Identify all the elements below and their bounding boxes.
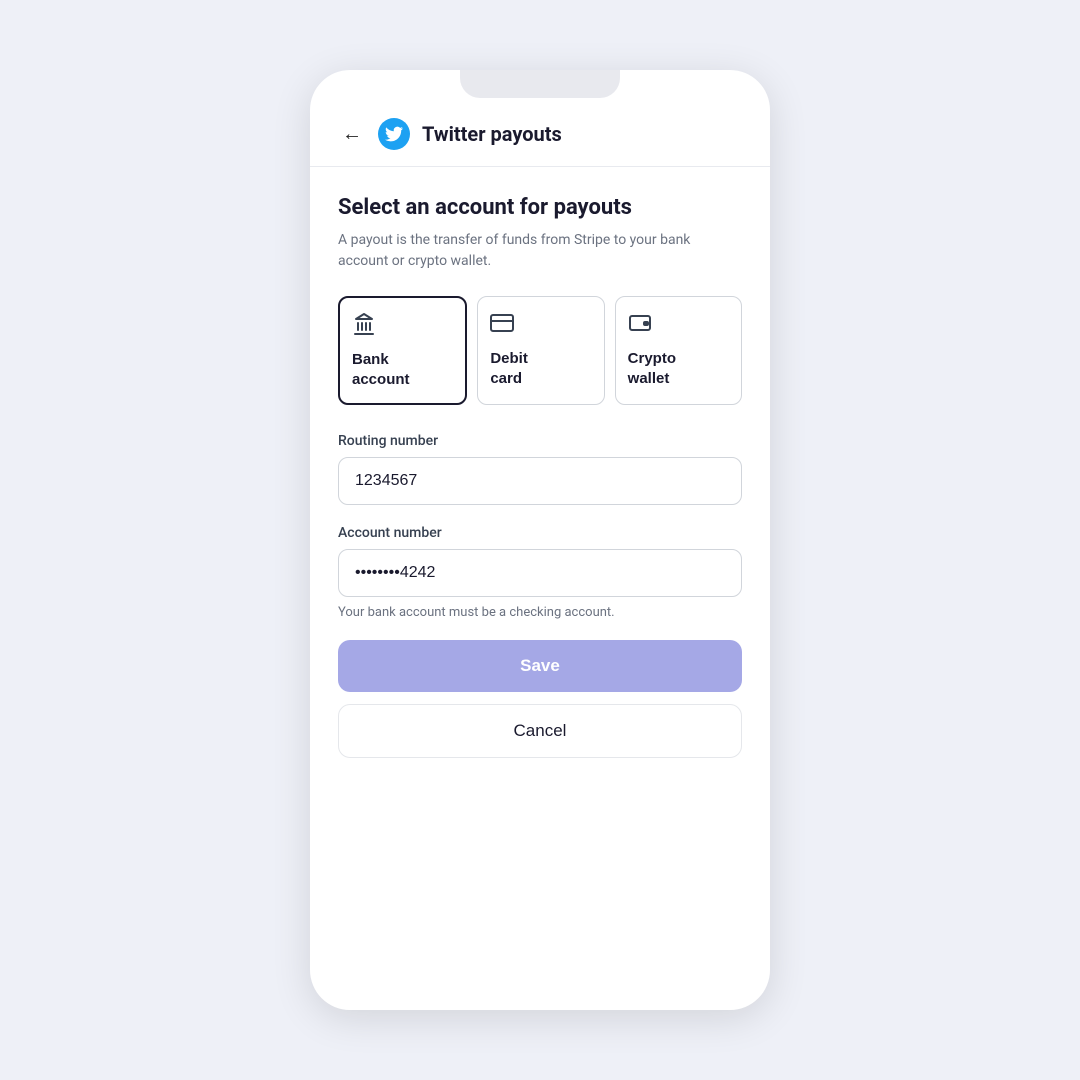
crypto-icon: [628, 311, 652, 341]
back-arrow-icon: ←: [342, 123, 362, 146]
debit-card-option[interactable]: Debitcard: [477, 296, 604, 405]
twitter-bird-icon: [385, 125, 403, 143]
section-title: Select an account for payouts: [338, 195, 742, 220]
phone-shell: ← Twitter payouts Select an account for …: [310, 70, 770, 1010]
account-number-label: Account number: [338, 525, 742, 541]
section-description: A payout is the transfer of funds from S…: [338, 230, 742, 272]
bank-account-option[interactable]: Bankaccount: [338, 296, 467, 405]
routing-number-group: Routing number: [338, 433, 742, 505]
account-hint: Your bank account must be a checking acc…: [338, 605, 742, 620]
notch-bar: [460, 70, 620, 98]
routing-number-label: Routing number: [338, 433, 742, 449]
bank-icon: [352, 312, 376, 342]
account-options: Bankaccount Debitcard: [338, 296, 742, 405]
crypto-wallet-option[interactable]: Cryptowallet: [615, 296, 742, 405]
crypto-wallet-label: Cryptowallet: [628, 349, 676, 388]
page-title: Twitter payouts: [422, 122, 562, 146]
back-button[interactable]: ←: [338, 119, 366, 150]
save-button[interactable]: Save: [338, 640, 742, 692]
debit-card-icon: [490, 311, 514, 341]
header: ← Twitter payouts: [310, 98, 770, 167]
account-number-input[interactable]: [338, 549, 742, 597]
cancel-button[interactable]: Cancel: [338, 704, 742, 758]
routing-number-input[interactable]: [338, 457, 742, 505]
twitter-logo: [378, 118, 410, 150]
debit-card-label: Debitcard: [490, 349, 528, 388]
account-number-group: Account number Your bank account must be…: [338, 525, 742, 620]
main-content: Select an account for payouts A payout i…: [310, 167, 770, 1010]
bank-account-label: Bankaccount: [352, 350, 410, 389]
